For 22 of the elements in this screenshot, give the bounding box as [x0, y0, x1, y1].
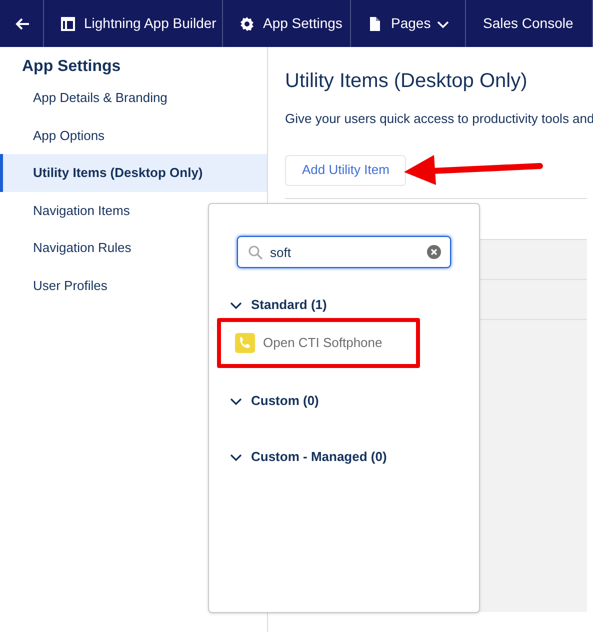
back-arrow-icon	[14, 16, 30, 32]
section-header[interactable]: Custom (0)	[209, 390, 479, 412]
nav-tab[interactable]: App Settings	[223, 0, 351, 47]
layout-icon	[60, 16, 76, 32]
sidebar-item[interactable]: App Options	[0, 116, 267, 154]
clear-icon[interactable]	[427, 245, 441, 259]
nav-tab[interactable]: Lightning App Builder	[44, 0, 223, 47]
settings-icon	[239, 16, 255, 32]
nav-tab[interactable]: Sales Console	[466, 0, 593, 47]
add-utility-item-button[interactable]: Add Utility Item	[285, 154, 406, 186]
section-header[interactable]: Standard (1)	[209, 294, 479, 316]
sidebar-title: App Settings	[21, 57, 122, 77]
phone-icon	[235, 333, 255, 353]
search-icon	[248, 245, 263, 260]
sidebar-item[interactable]: Utility Items (Desktop Only)	[0, 154, 267, 192]
search-field[interactable]: soft	[237, 236, 451, 268]
section-header[interactable]: Custom - Managed (0)	[209, 446, 479, 468]
utility-item[interactable]: Open CTI Softphone	[209, 326, 479, 360]
sidebar-item[interactable]: App Details & Branding	[0, 79, 267, 116]
page-title: Utility Items (Desktop Only)	[285, 69, 528, 94]
nav-tab[interactable]: Pages	[351, 0, 466, 47]
document-icon	[367, 16, 383, 32]
